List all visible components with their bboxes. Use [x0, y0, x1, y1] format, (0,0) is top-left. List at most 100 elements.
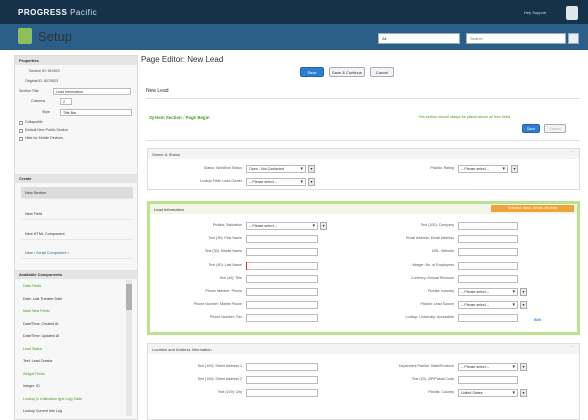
chevron-down-icon[interactable]: ▾	[520, 301, 527, 310]
avatar[interactable]	[566, 6, 578, 20]
create-new-html[interactable]: New HTML Component	[21, 228, 133, 240]
component-item[interactable]: Date: Last Transfer Date	[23, 297, 62, 301]
chevron-down-icon[interactable]: ▾	[520, 389, 527, 397]
original-id: Original ID: 6075523	[25, 79, 58, 83]
component-item[interactable]: Date/Time: Created At	[23, 322, 58, 326]
section-title-input[interactable]: Lead Information	[53, 88, 131, 95]
chevron-down-icon[interactable]: ▾	[511, 165, 518, 173]
lead-left-field-input[interactable]	[246, 235, 318, 244]
section-id: Section ID: 510923	[29, 69, 60, 73]
lead-left-field-label: Text (30): First Name	[208, 236, 242, 241]
chevron-down-icon[interactable]: ▾	[320, 222, 327, 230]
lead-right-field-label: Email Address: Email Address	[406, 236, 454, 241]
component-item[interactable]: Lead Status	[23, 347, 42, 351]
lead-right-field-select[interactable]: -- Please select --	[458, 301, 518, 310]
style-select[interactable]: Title Bar	[60, 109, 132, 116]
component-item[interactable]: Lookup Current Info Log	[23, 409, 62, 413]
gear-icon	[18, 28, 32, 44]
collapsible-label: Collapsible	[25, 120, 43, 124]
location-header[interactable]: Location and Address Information	[148, 344, 579, 354]
collapsible-checkbox[interactable]	[19, 121, 23, 125]
components-header[interactable]: Available Components	[15, 270, 137, 279]
create-new-section[interactable]: New Section	[21, 187, 133, 199]
create-new-script[interactable]: New • Script Component •	[21, 247, 133, 259]
chevron-down-icon[interactable]: ▾	[308, 165, 315, 173]
lead-left-field-input[interactable]	[246, 301, 318, 310]
record-title: New Lead	[146, 88, 169, 94]
location-left-field-input[interactable]	[246, 389, 318, 397]
brand-logo: PROGRESS Pacific	[18, 8, 98, 17]
search-input[interactable]	[466, 33, 566, 44]
component-item[interactable]: Date/Time: Updated At	[23, 334, 59, 338]
rating-select[interactable]: -- Please select --	[458, 165, 508, 173]
divider	[146, 140, 580, 141]
component-item[interactable]: Lookup (1 Unification type Log) Table	[23, 397, 82, 401]
lead-left-field-label: Picklist: Salutation	[212, 223, 242, 227]
lead-left-field-select[interactable]: -- Please select --	[246, 222, 318, 230]
lead-right-field-select[interactable]: -- Please select --	[458, 288, 518, 296]
lead-right-field-label: Picklist: Industry	[428, 289, 454, 293]
owner-status-header[interactable]: Owner & Status	[148, 149, 579, 159]
lead-left-field-input[interactable]	[246, 288, 318, 296]
lead-right-field-label: Text (100): Company	[420, 223, 454, 227]
collapse-icon[interactable]: ⌃	[570, 150, 573, 155]
search-icon[interactable]	[568, 33, 579, 44]
lead-left-field-label: Phone Number: Fax	[209, 315, 242, 320]
properties-header[interactable]: Properties	[15, 56, 137, 65]
component-item[interactable]: Data Fields	[23, 284, 41, 288]
lead-left-field-input[interactable]	[246, 274, 318, 283]
location-left-field-label: Text (100): Street Address 1	[197, 364, 242, 368]
location-right-field-label: Text (20): ZIP/Postal Code	[411, 377, 454, 381]
status-select[interactable]: Open - Not Contacted	[246, 165, 306, 173]
user-greeting[interactable]: Hey Support	[524, 10, 546, 15]
save-button[interactable]: Save	[300, 67, 324, 77]
location-right-field-select[interactable]: United States	[458, 389, 518, 397]
lead-right-field-input[interactable]	[458, 274, 518, 283]
section-cancel-button[interactable]: Cancel	[544, 124, 566, 133]
location-left-field-input[interactable]	[246, 363, 318, 371]
default-new-checkbox[interactable]	[19, 129, 23, 133]
create-new-field[interactable]: New Field	[21, 208, 133, 220]
columns-select[interactable]: 2	[60, 98, 72, 105]
search-scope-select[interactable]: All	[378, 33, 460, 44]
page-title: Setup	[38, 29, 72, 44]
lead-right-field-input[interactable]	[458, 235, 518, 244]
lead-right-field-input[interactable]	[458, 222, 518, 230]
edit-link[interactable]: Edit	[534, 318, 541, 322]
chevron-down-icon[interactable]: ▾	[520, 288, 527, 296]
location-left-field-input[interactable]	[246, 376, 318, 384]
chevron-down-icon[interactable]: ▾	[520, 363, 527, 371]
component-item[interactable]: Widget Fields	[23, 372, 45, 376]
lead-right-field-input[interactable]	[458, 248, 518, 257]
lead-right-field-label: Currency: Annual Revenue	[411, 275, 454, 280]
cancel-button[interactable]: Cancel	[370, 67, 394, 77]
lead-left-field-input[interactable]	[246, 314, 318, 323]
editor-title: Page Editor: New Lead	[141, 55, 224, 64]
component-item[interactable]: Text: Lead Creator	[23, 359, 53, 363]
system-section-label: System Section - Page Begin	[149, 115, 210, 120]
scrollbar-thumb[interactable]	[126, 284, 132, 310]
location-right-field-label: Picklist: Country	[428, 390, 454, 394]
lead-left-field-input[interactable]	[246, 261, 318, 270]
section-save-button[interactable]: Save	[522, 124, 540, 133]
style-label: Style	[42, 110, 50, 114]
lead-right-field-label: Picklist: Lead Source	[420, 302, 454, 307]
component-item[interactable]: Integer: ID	[23, 384, 40, 388]
lead-owner-select[interactable]: -- Please select --	[246, 178, 306, 186]
divider	[146, 98, 580, 99]
lead-right-field-input[interactable]	[458, 314, 518, 323]
rating-label: Picklist: Rating	[430, 166, 454, 170]
lead-right-field-input[interactable]	[458, 261, 518, 270]
chevron-down-icon[interactable]: ▾	[308, 178, 315, 186]
columns-label: Columns	[31, 99, 46, 103]
selection-badge: Selected: Move, Delete, Set Attrs	[491, 205, 574, 212]
component-item[interactable]: Mark New Fields	[23, 309, 50, 313]
location-right-field-select[interactable]: -- Please select --	[458, 363, 518, 371]
location-right-field-input[interactable]	[458, 376, 518, 384]
collapse-icon[interactable]: ⌃	[570, 345, 573, 350]
create-header[interactable]: Create	[15, 174, 137, 183]
lead-left-field-input[interactable]	[246, 248, 318, 257]
hide-mobile-checkbox[interactable]	[19, 137, 23, 141]
save-continue-button[interactable]: Save & Continue	[329, 67, 365, 77]
lead-right-field-label: URL: Website	[431, 249, 454, 254]
